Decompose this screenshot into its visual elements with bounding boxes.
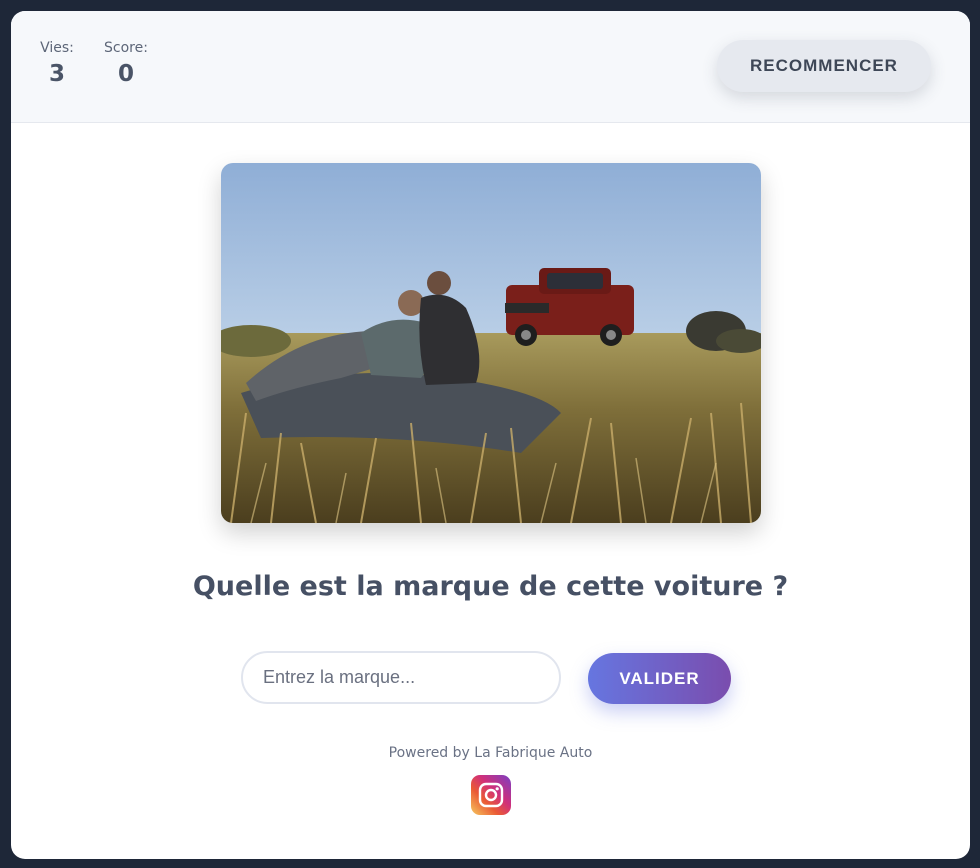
powered-by-text: Powered by La Fabrique Auto [388,745,593,761]
score-label: Score: [104,40,148,56]
lives-label: Vies: [40,40,74,56]
question-text: Quelle est la marque de cette voiture ? [192,571,789,602]
game-header: Vies: 3 Score: 0 RECOMMENCER [11,11,970,123]
car-photo-image [221,163,761,523]
car-photo [221,163,761,523]
score-value: 0 [117,61,134,87]
brand-answer-input[interactable] [241,651,561,704]
lives-stat: Vies: 3 [40,40,74,87]
game-card: Vies: 3 Score: 0 RECOMMENCER Quelle est … [11,11,970,859]
submit-button[interactable]: VALIDER [588,653,731,704]
instagram-glyph [478,782,504,808]
score-stat: Score: 0 [103,40,149,87]
restart-button[interactable]: RECOMMENCER [717,40,931,92]
lives-value: 3 [48,61,65,87]
instagram-icon[interactable] [471,775,511,815]
